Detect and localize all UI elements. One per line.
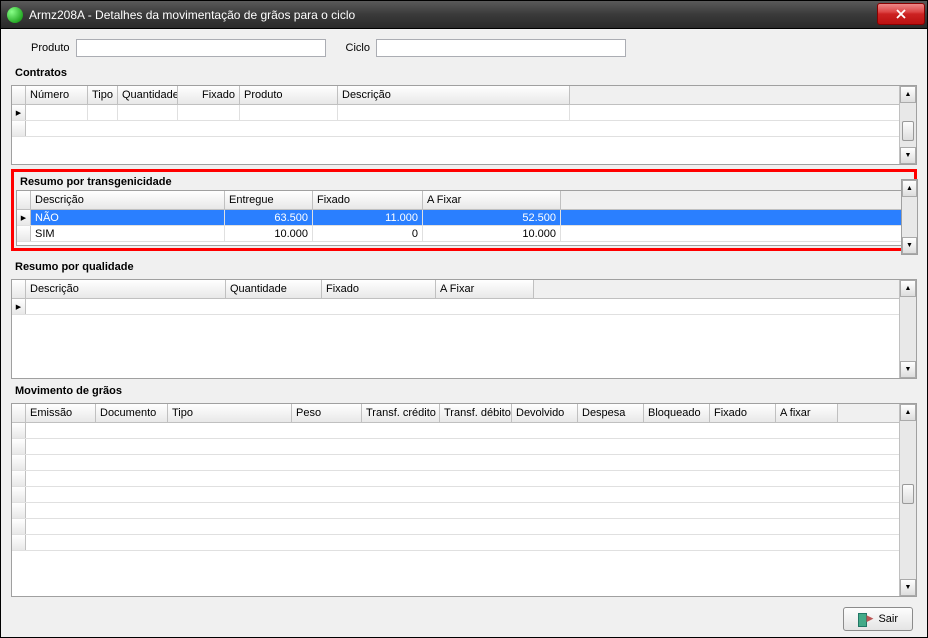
- col-fixado[interactable]: Fixado: [322, 280, 436, 298]
- contratos-body: [12, 105, 916, 164]
- table-row[interactable]: [12, 503, 916, 519]
- table-row[interactable]: [12, 519, 916, 535]
- scrollbar-vertical[interactable]: ▲ ▼: [899, 404, 916, 596]
- bottom-bar: Sair: [11, 601, 917, 631]
- col-a-fixar[interactable]: A Fixar: [423, 191, 561, 209]
- row-indicator-icon: [12, 535, 26, 550]
- scroll-down-icon[interactable]: ▼: [902, 237, 917, 254]
- table-row[interactable]: [12, 299, 916, 315]
- row-indicator-icon: [12, 439, 26, 454]
- col-transf-debito[interactable]: Transf. débito: [440, 404, 512, 422]
- resumo-transg-title: Resumo por transgenicidade: [16, 174, 912, 190]
- scroll-down-icon[interactable]: ▼: [900, 147, 916, 164]
- table-row[interactable]: [12, 471, 916, 487]
- scroll-thumb[interactable]: [902, 484, 914, 504]
- scroll-thumb[interactable]: [902, 121, 914, 141]
- table-row[interactable]: [12, 487, 916, 503]
- scroll-down-icon[interactable]: ▼: [900, 361, 916, 378]
- row-indicator-icon: [17, 226, 31, 241]
- row-indicator-icon: [12, 423, 26, 438]
- col-despesa[interactable]: Despesa: [578, 404, 644, 422]
- produto-label: Produto: [31, 42, 70, 54]
- movimento-title: Movimento de grãos: [11, 383, 917, 399]
- row-indicator-icon: [12, 105, 26, 120]
- contratos-title: Contratos: [11, 65, 917, 81]
- filter-row: Produto Ciclo: [11, 35, 917, 61]
- col-tipo[interactable]: Tipo: [168, 404, 292, 422]
- col-produto[interactable]: Produto: [240, 86, 338, 104]
- row-indicator-icon: [12, 503, 26, 518]
- col-a-fixar[interactable]: A fixar: [776, 404, 838, 422]
- col-entregue[interactable]: Entregue: [225, 191, 313, 209]
- contratos-grid[interactable]: Número Tipo Quantidade Fixado Produto De…: [11, 85, 917, 165]
- row-indicator-icon: [12, 455, 26, 470]
- scrollbar-vertical[interactable]: ▲ ▼: [901, 179, 918, 255]
- col-descricao[interactable]: Descrição: [31, 191, 225, 209]
- resumo-qualidade-body: [12, 299, 916, 378]
- resumo-qualidade-title: Resumo por qualidade: [11, 259, 917, 275]
- scroll-down-icon[interactable]: ▼: [900, 579, 916, 596]
- table-row[interactable]: [12, 423, 916, 439]
- col-numero[interactable]: Número: [26, 86, 88, 104]
- col-documento[interactable]: Documento: [96, 404, 168, 422]
- resumo-transg-grid[interactable]: Descrição Entregue Fixado A Fixar NÃO 63…: [16, 190, 912, 246]
- col-peso[interactable]: Peso: [292, 404, 362, 422]
- table-row[interactable]: [12, 105, 916, 121]
- col-fixado[interactable]: Fixado: [313, 191, 423, 209]
- col-fixado[interactable]: Fixado: [710, 404, 776, 422]
- scroll-up-icon[interactable]: ▲: [900, 86, 916, 103]
- scroll-up-icon[interactable]: ▲: [900, 280, 916, 297]
- table-row[interactable]: NÃO 63.500 11.000 52.500: [17, 210, 911, 226]
- col-tipo[interactable]: Tipo: [88, 86, 118, 104]
- table-row[interactable]: SIM 10.000 0 10.000: [17, 226, 911, 242]
- resumo-transg-body: NÃO 63.500 11.000 52.500 SIM 10.000 0 10…: [17, 210, 911, 245]
- table-row[interactable]: [12, 439, 916, 455]
- ciclo-input[interactable]: [376, 39, 626, 57]
- row-indicator-icon: [12, 299, 26, 314]
- row-indicator-icon: [12, 519, 26, 534]
- scroll-up-icon[interactable]: ▲: [902, 180, 917, 197]
- scrollbar-vertical[interactable]: ▲ ▼: [899, 280, 916, 378]
- col-a-fixar[interactable]: A Fixar: [436, 280, 534, 298]
- movimento-body: [12, 423, 916, 596]
- table-row[interactable]: [12, 121, 916, 137]
- produto-input[interactable]: [76, 39, 326, 57]
- main-window: Armz208A - Detalhes da movimentação de g…: [0, 0, 928, 638]
- col-fixado[interactable]: Fixado: [178, 86, 240, 104]
- titlebar: Armz208A - Detalhes da movimentação de g…: [1, 1, 927, 29]
- exit-icon: [858, 612, 872, 626]
- row-indicator-icon: [12, 487, 26, 502]
- close-button[interactable]: [877, 3, 925, 25]
- exit-button[interactable]: Sair: [843, 607, 913, 631]
- app-icon: [7, 7, 23, 23]
- resumo-qualidade-grid[interactable]: Descrição Quantidade Fixado A Fixar ▲ ▼: [11, 279, 917, 379]
- col-quantidade[interactable]: Quantidade: [226, 280, 322, 298]
- row-indicator-icon: [17, 210, 31, 225]
- col-devolvido[interactable]: Devolvido: [512, 404, 578, 422]
- col-emissao[interactable]: Emissão: [26, 404, 96, 422]
- col-quantidade[interactable]: Quantidade: [118, 86, 178, 104]
- content-area: Produto Ciclo Contratos Número Tipo Quan…: [1, 29, 927, 637]
- titlebar-text: Armz208A - Detalhes da movimentação de g…: [29, 8, 355, 22]
- table-row[interactable]: [12, 455, 916, 471]
- col-descricao[interactable]: Descrição: [338, 86, 570, 104]
- ciclo-label: Ciclo: [346, 42, 370, 54]
- exit-button-label: Sair: [878, 613, 898, 625]
- col-bloqueado[interactable]: Bloqueado: [644, 404, 710, 422]
- highlight-resumo-transg: Resumo por transgenicidade Descrição Ent…: [11, 169, 917, 251]
- scrollbar-vertical[interactable]: ▲ ▼: [899, 86, 916, 164]
- scroll-up-icon[interactable]: ▲: [900, 404, 916, 421]
- col-descricao[interactable]: Descrição: [26, 280, 226, 298]
- row-indicator-icon: [12, 121, 26, 136]
- table-row[interactable]: [12, 535, 916, 551]
- movimento-grid[interactable]: Emissão Documento Tipo Peso Transf. créd…: [11, 403, 917, 597]
- row-indicator-icon: [12, 471, 26, 486]
- col-transf-credito[interactable]: Transf. crédito: [362, 404, 440, 422]
